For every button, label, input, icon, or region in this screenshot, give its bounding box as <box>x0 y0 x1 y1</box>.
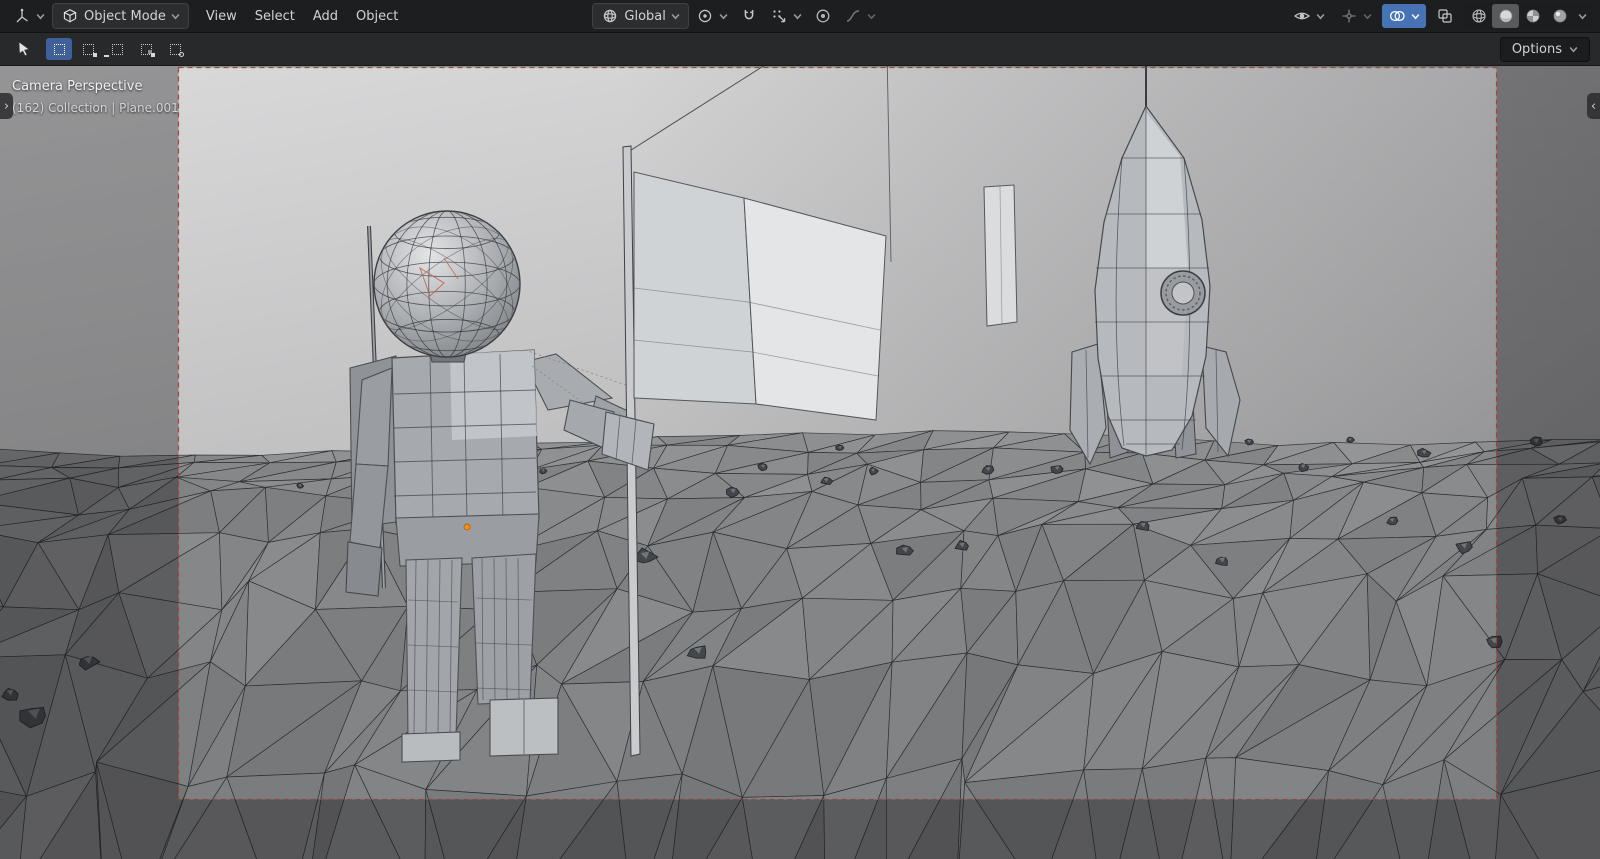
chevron-down-icon <box>1316 13 1325 19</box>
menu-add[interactable]: Add <box>304 4 347 29</box>
chevron-down-icon <box>1578 13 1586 19</box>
magnet-icon <box>740 7 758 25</box>
header-left: Object Mode View Select Add Object <box>8 3 407 29</box>
select-mode-subtract-button[interactable] <box>104 38 130 60</box>
select-subtract-icon <box>111 43 123 55</box>
object-origin-dot <box>463 523 471 531</box>
editor-type-icon <box>13 8 31 25</box>
shading-solid-button[interactable] <box>1492 4 1519 28</box>
select-mode-new-button[interactable] <box>46 38 72 60</box>
shading-solid-icon <box>1497 7 1515 25</box>
select-set-icon <box>53 43 65 55</box>
lunar-terrain-mesh[interactable] <box>0 430 1600 859</box>
visibility-eye-icon <box>1293 7 1311 25</box>
show-gizmos-button[interactable] <box>1335 4 1377 28</box>
pivot-point-icon <box>696 7 714 25</box>
tool-left-group <box>10 37 188 61</box>
editor-type-button[interactable] <box>8 4 50 28</box>
toolbar-expand-tab[interactable]: › <box>0 93 13 119</box>
orientation-label: Global <box>624 8 666 24</box>
proportional-editing-button[interactable] <box>809 4 837 28</box>
snap-settings-button[interactable] <box>765 4 807 28</box>
chevron-down-icon <box>1363 13 1372 19</box>
falloff-curve-icon <box>844 7 862 25</box>
chevron-down-icon <box>867 13 876 19</box>
menu-object[interactable]: Object <box>347 4 407 29</box>
snap-increment-icon <box>773 10 788 25</box>
viewport-shading-segment <box>1464 3 1592 29</box>
snap-toggle-button[interactable] <box>735 4 763 28</box>
select-cursor-icon <box>15 40 33 58</box>
menu-bar: View Select Add Object <box>197 4 407 29</box>
menu-view[interactable]: View <box>197 4 246 29</box>
shading-dropdown-button[interactable] <box>1573 4 1591 28</box>
select-mode-group <box>46 38 188 60</box>
object-mode-icon <box>61 7 79 25</box>
proportional-circle-icon <box>814 7 832 25</box>
sidebar-expand-tab[interactable]: ‹ <box>1587 93 1600 119</box>
chevron-down-icon <box>671 13 680 19</box>
menu-select[interactable]: Select <box>246 4 304 29</box>
tool-settings-bar: Options <box>0 33 1600 66</box>
xray-icon <box>1436 7 1454 25</box>
chevron-down-icon <box>719 13 728 19</box>
options-label: Options <box>1511 41 1562 57</box>
chevron-down-icon <box>171 13 180 19</box>
header-center: Global <box>592 3 880 29</box>
active-tool-button[interactable] <box>10 37 38 61</box>
chevron-down-icon <box>1569 46 1578 52</box>
object-visibility-button[interactable] <box>1288 4 1330 28</box>
select-mode-extend-button[interactable] <box>75 38 101 60</box>
shading-material-icon <box>1524 7 1542 25</box>
options-button[interactable]: Options <box>1499 36 1590 62</box>
shading-rendered-button[interactable] <box>1546 4 1573 28</box>
select-mode-intersect-button[interactable] <box>162 38 188 60</box>
shading-rendered-icon <box>1551 7 1569 25</box>
orientation-global-icon <box>601 7 619 25</box>
select-mode-invert-button[interactable] <box>133 38 159 60</box>
mode-select-button[interactable]: Object Mode <box>52 3 189 29</box>
pivot-point-button[interactable] <box>691 4 733 28</box>
header-right <box>1288 3 1592 29</box>
proportional-falloff-button[interactable] <box>839 4 881 28</box>
toggle-xray-button[interactable] <box>1431 4 1459 28</box>
viewport-3d[interactable] <box>0 0 1600 859</box>
helmet-sphere <box>373 210 521 358</box>
shading-material-button[interactable] <box>1519 4 1546 28</box>
viewport-header: Object Mode View Select Add Object Globa… <box>0 0 1600 33</box>
chevron-down-icon <box>793 13 802 19</box>
floating-plane-object[interactable] <box>983 184 1018 327</box>
gizmos-icon <box>1340 7 1358 25</box>
overlays-icon <box>1388 7 1406 25</box>
select-invert-icon <box>140 43 152 55</box>
transform-orientation-button[interactable]: Global <box>592 3 689 29</box>
chevron-down-icon <box>36 13 45 19</box>
mode-label: Object Mode <box>84 8 166 24</box>
shading-wireframe-icon <box>1470 7 1488 25</box>
chevron-down-icon <box>1411 13 1420 19</box>
shading-wireframe-button[interactable] <box>1465 4 1492 28</box>
select-extend-icon <box>82 43 94 55</box>
show-overlays-button[interactable] <box>1382 4 1426 28</box>
